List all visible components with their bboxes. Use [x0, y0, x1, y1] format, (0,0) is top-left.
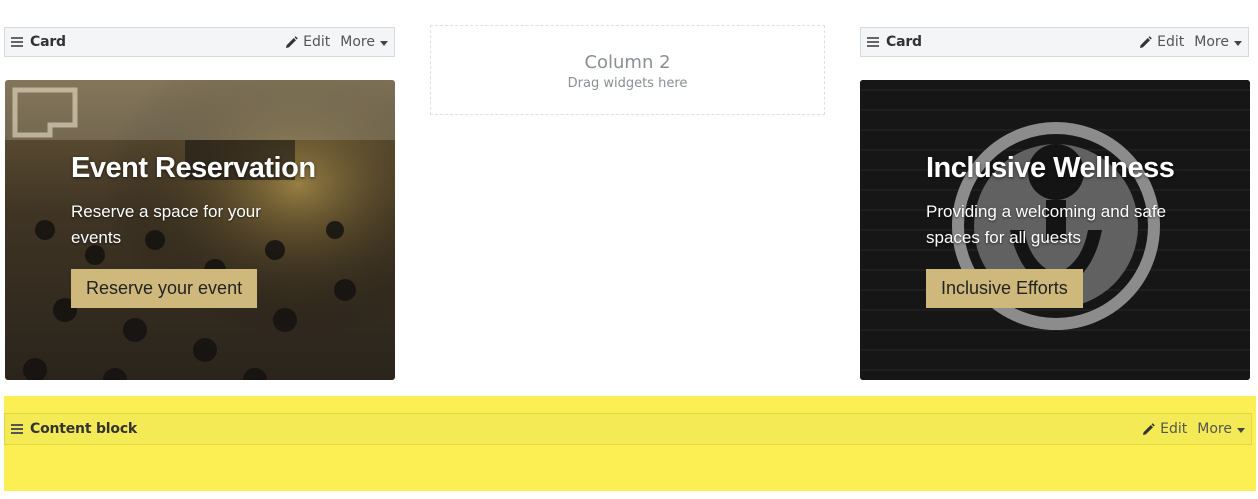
- pencil-icon: [286, 35, 298, 48]
- more-menu-button[interactable]: More: [340, 34, 388, 50]
- column-title: Column 2: [584, 52, 671, 73]
- caret-down-icon: [1237, 427, 1245, 433]
- more-menu-button[interactable]: More: [1197, 421, 1245, 437]
- dropzone-hint: Drag widgets here: [567, 76, 688, 91]
- drag-handle-icon[interactable]: [11, 424, 23, 434]
- card-heading: Event Reservation: [71, 152, 316, 184]
- event-reservation-card: Event Reservation Reserve a space for yo…: [5, 80, 395, 380]
- caret-down-icon: [380, 40, 388, 46]
- content-block-toolbar: Content block Edit More: [4, 413, 1252, 445]
- card-widget-toolbar-left: Card Edit More: [4, 27, 395, 57]
- edit-button[interactable]: Edit: [1139, 34, 1184, 50]
- widget-title: Card: [886, 34, 922, 50]
- widget-title: Content block: [30, 421, 138, 437]
- edit-button[interactable]: Edit: [285, 34, 330, 50]
- card-heading: Inclusive Wellness: [926, 152, 1175, 184]
- caret-down-icon: [1234, 40, 1242, 46]
- content-block-region: Content block Edit More: [4, 396, 1256, 491]
- inclusive-wellness-card: Inclusive Wellness Providing a welcoming…: [860, 80, 1250, 380]
- card-content: Event Reservation Reserve a space for yo…: [71, 152, 375, 308]
- edit-button[interactable]: Edit: [1142, 421, 1187, 437]
- card-description: Reserve a space for your events: [71, 202, 261, 247]
- column-2-dropzone[interactable]: Column 2 Drag widgets here: [430, 25, 825, 115]
- pencil-icon: [1143, 422, 1155, 435]
- drag-handle-icon[interactable]: [867, 37, 879, 47]
- drag-handle-icon[interactable]: [11, 37, 23, 47]
- pencil-icon: [1140, 35, 1152, 48]
- card-widget-toolbar-right: Card Edit More: [860, 27, 1249, 57]
- reserve-event-button[interactable]: Reserve your event: [71, 269, 258, 308]
- card-description: Providing a welcoming and safe spaces fo…: [926, 202, 1167, 247]
- inclusive-efforts-button[interactable]: Inclusive Efforts: [926, 269, 1083, 308]
- widget-title: Card: [30, 34, 66, 50]
- more-menu-button[interactable]: More: [1194, 34, 1242, 50]
- card-content: Inclusive Wellness Providing a welcoming…: [926, 152, 1230, 308]
